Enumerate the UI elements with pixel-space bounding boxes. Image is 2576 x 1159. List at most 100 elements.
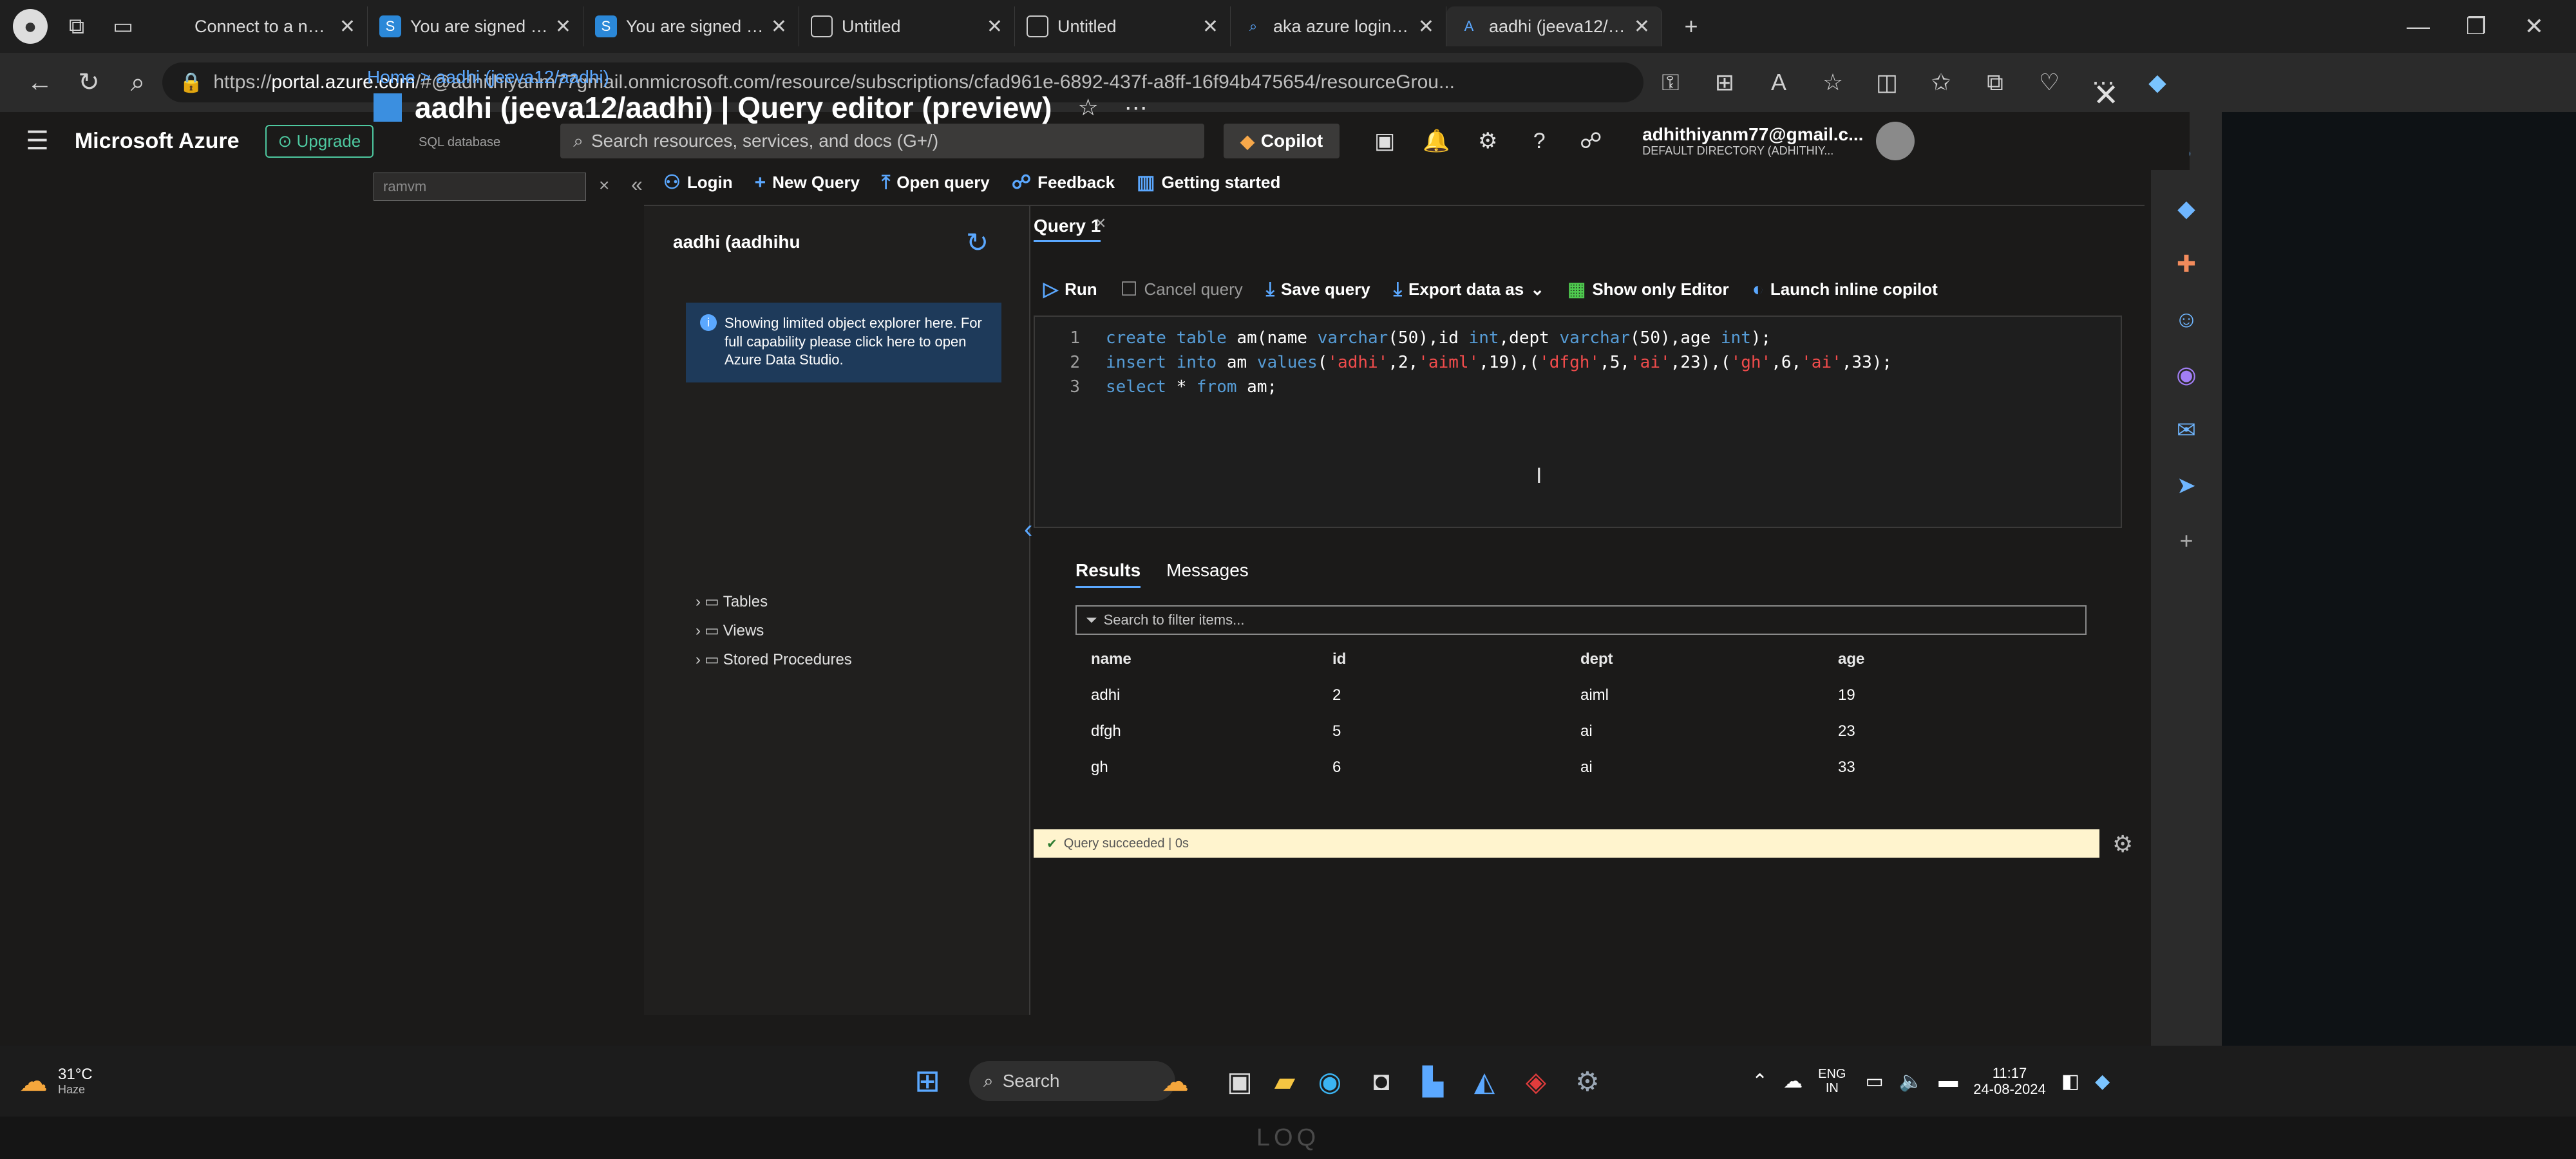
browser-essentials-icon[interactable]: ♡ — [2022, 69, 2076, 96]
account-info[interactable]: adhithiyanm77@gmail.c... DEFAULT DIRECTO… — [1642, 124, 1863, 158]
taskbar-search[interactable]: ⌕ Search — [969, 1061, 1175, 1101]
edge-icon[interactable]: ◉ — [2176, 361, 2196, 388]
close-tab-icon[interactable]: ✕ — [1418, 15, 1434, 38]
file-explorer-icon[interactable]: ▰ — [1262, 1046, 1307, 1117]
tree-node-stored-procedures[interactable]: › ▭ Stored Procedures — [696, 650, 852, 669]
outlook-icon[interactable]: ✉ — [2177, 417, 2196, 444]
battery-icon[interactable]: ▬ — [1938, 1070, 1958, 1092]
save-query-button[interactable]: ⤓ Save query — [1266, 279, 1370, 301]
copilot-button[interactable]: ◆ Copilot — [1224, 124, 1340, 158]
tab-actions-icon[interactable]: ▭ — [106, 9, 140, 44]
azure-app-icon[interactable]: ◭ — [1462, 1046, 1507, 1117]
close-tab-icon[interactable]: ✕ — [555, 15, 571, 38]
close-window-icon[interactable]: ✕ — [2505, 13, 2563, 40]
browser-tab-active[interactable]: Aaadhi (jeeva12/aadhi✕ — [1446, 6, 1662, 46]
collections-icon[interactable]: ⧉ — [1968, 69, 2022, 97]
widgets-icon[interactable]: ☁ — [1153, 1046, 1198, 1117]
table-row[interactable]: adhi 2 aiml 19 — [1075, 677, 2087, 713]
column-header[interactable]: age — [1823, 650, 2087, 668]
volume-icon[interactable]: 🔈 — [1899, 1070, 1923, 1093]
tree-node-tables[interactable]: › ▭ Tables — [696, 592, 768, 611]
help-icon[interactable]: ? — [1513, 129, 1565, 154]
browser-tab[interactable]: SYou are signed in as✕ — [368, 6, 583, 46]
tab-results[interactable]: Results — [1075, 560, 1141, 588]
settings-gear-icon[interactable]: ⚙ — [1565, 1046, 1610, 1117]
apps-icon[interactable]: ⊞ — [1698, 69, 1752, 96]
menu-icon[interactable]: ☰ — [26, 126, 49, 156]
favorite-star-icon[interactable]: ☆ — [1077, 94, 1098, 121]
tab-messages[interactable]: Messages — [1166, 560, 1249, 588]
settings-gear-icon[interactable]: ⚙ — [1462, 128, 1513, 154]
send-icon[interactable]: ➤ — [2177, 472, 2196, 499]
close-blade-icon[interactable]: ✕ — [2093, 77, 2119, 113]
feedback-icon[interactable]: ☍ — [1565, 128, 1616, 154]
close-tab-icon[interactable]: ✕ — [771, 15, 787, 38]
split-screen-icon[interactable]: ◫ — [1860, 69, 1914, 96]
tree-node-views[interactable]: › ▭ Views — [696, 621, 764, 640]
browser-tab[interactable]: Connect to a network✕ — [152, 6, 368, 46]
start-icon[interactable]: ⊞ — [914, 1063, 940, 1099]
column-header[interactable]: dept — [1565, 650, 1823, 668]
table-row[interactable]: gh 6 ai 33 — [1075, 749, 2087, 786]
copilot-icon[interactable]: ◆ — [2130, 69, 2184, 96]
restore-icon[interactable]: ❐ — [2447, 13, 2505, 40]
open-query-button[interactable]: ⤒ Open query — [882, 172, 990, 194]
cloud-icon[interactable]: ☁ — [1783, 1070, 1803, 1093]
favorites-icon[interactable]: ✩ — [1914, 69, 1968, 96]
tag-icon[interactable]: ◆ — [2177, 195, 2195, 222]
browser-tab[interactable]: Untitled ✕ — [1015, 6, 1231, 46]
chevron-up-icon[interactable]: ⌃ — [1752, 1070, 1768, 1093]
global-search-input[interactable]: ⌕ Search resources, services, and docs (G… — [560, 124, 1205, 158]
new-tab-button[interactable]: + — [1662, 13, 1720, 40]
minimize-icon[interactable]: — — [2389, 13, 2447, 40]
network-icon[interactable]: ▭ — [1865, 1070, 1883, 1093]
info-banner[interactable]: i Showing limited object explorer here. … — [686, 303, 1001, 382]
collapse-icon[interactable]: « — [631, 173, 643, 196]
close-tab-icon[interactable]: ✕ — [1202, 15, 1218, 38]
add-icon[interactable]: + — [2179, 527, 2193, 554]
close-tab-icon[interactable]: × — [1095, 212, 1106, 234]
edge-icon[interactable]: ◉ — [1307, 1046, 1352, 1117]
clock[interactable]: 11:17 24-08-2024 — [1973, 1065, 2046, 1098]
browser-tab[interactable]: SYou are signed in as✕ — [583, 6, 799, 46]
sql-editor[interactable]: 1 2 3 create table am(name varchar(50),i… — [1034, 316, 2122, 528]
task-view-icon[interactable]: ▣ — [1217, 1046, 1262, 1117]
results-filter-input[interactable]: ⏷ Search to filter items... — [1075, 605, 2087, 635]
upgrade-button[interactable]: ⊙ Upgrade — [265, 124, 374, 158]
weather-widget[interactable]: ☁ 31°C Haze — [19, 1065, 93, 1098]
tab-query-1[interactable]: Query 1 — [1034, 216, 1101, 242]
close-tab-icon[interactable]: ✕ — [1634, 15, 1650, 38]
azure-brand[interactable]: Microsoft Azure — [75, 129, 240, 154]
profile-icon[interactable]: ● — [13, 9, 48, 44]
language-indicator[interactable]: ENG IN — [1818, 1067, 1846, 1095]
cancel-query-button[interactable]: ☐ Cancel query — [1121, 278, 1243, 301]
workspaces-icon[interactable]: ⧉ — [59, 9, 94, 44]
resource-menu-search[interactable]: ramvm — [374, 173, 586, 201]
show-only-editor-button[interactable]: ▦ Show only Editor — [1567, 278, 1729, 301]
collapse-panel-icon[interactable]: ‹ — [1024, 515, 1032, 544]
notification-icon[interactable]: ◧ — [2061, 1070, 2079, 1093]
search-icon[interactable]: ⌕ — [113, 68, 162, 97]
login-button[interactable]: ⚇ Login — [663, 171, 733, 194]
copilot-icon[interactable]: ◆ — [2095, 1070, 2110, 1093]
notifications-icon[interactable]: 🔔 — [1410, 128, 1462, 154]
tools-icon[interactable]: ✚ — [2177, 250, 2196, 278]
feedback-button[interactable]: ☍ Feedback — [1012, 171, 1115, 194]
breadcrumb-home[interactable]: Home — [367, 67, 415, 87]
browser-tab[interactable]: Untitled ✕ — [799, 6, 1015, 46]
new-query-button[interactable]: + New Query — [755, 172, 860, 194]
people-icon[interactable]: ☺ — [2175, 306, 2199, 333]
column-header[interactable]: name — [1075, 650, 1317, 668]
breadcrumb-current[interactable]: aadhi (jeeva12/aadhi) — [436, 67, 609, 87]
table-row[interactable]: dfgh 5 ai 23 — [1075, 713, 2087, 749]
column-header[interactable]: id — [1317, 650, 1565, 668]
settings-gear-icon[interactable]: ⚙ — [2112, 831, 2133, 858]
launch-inline-copilot-button[interactable]: ◐ Launch inline copilot — [1752, 279, 1938, 301]
refresh-icon[interactable]: ↻ — [64, 68, 113, 97]
read-aloud-icon[interactable]: A — [1752, 69, 1806, 96]
favorite-star-icon[interactable]: ☆ — [1806, 69, 1860, 96]
antivirus-icon[interactable]: ◈ — [1513, 1046, 1558, 1117]
browser-tab[interactable]: ⌕aka azure login - Se✕ — [1231, 6, 1446, 46]
back-icon[interactable]: ← — [15, 68, 64, 97]
clear-icon[interactable]: × — [599, 175, 609, 196]
